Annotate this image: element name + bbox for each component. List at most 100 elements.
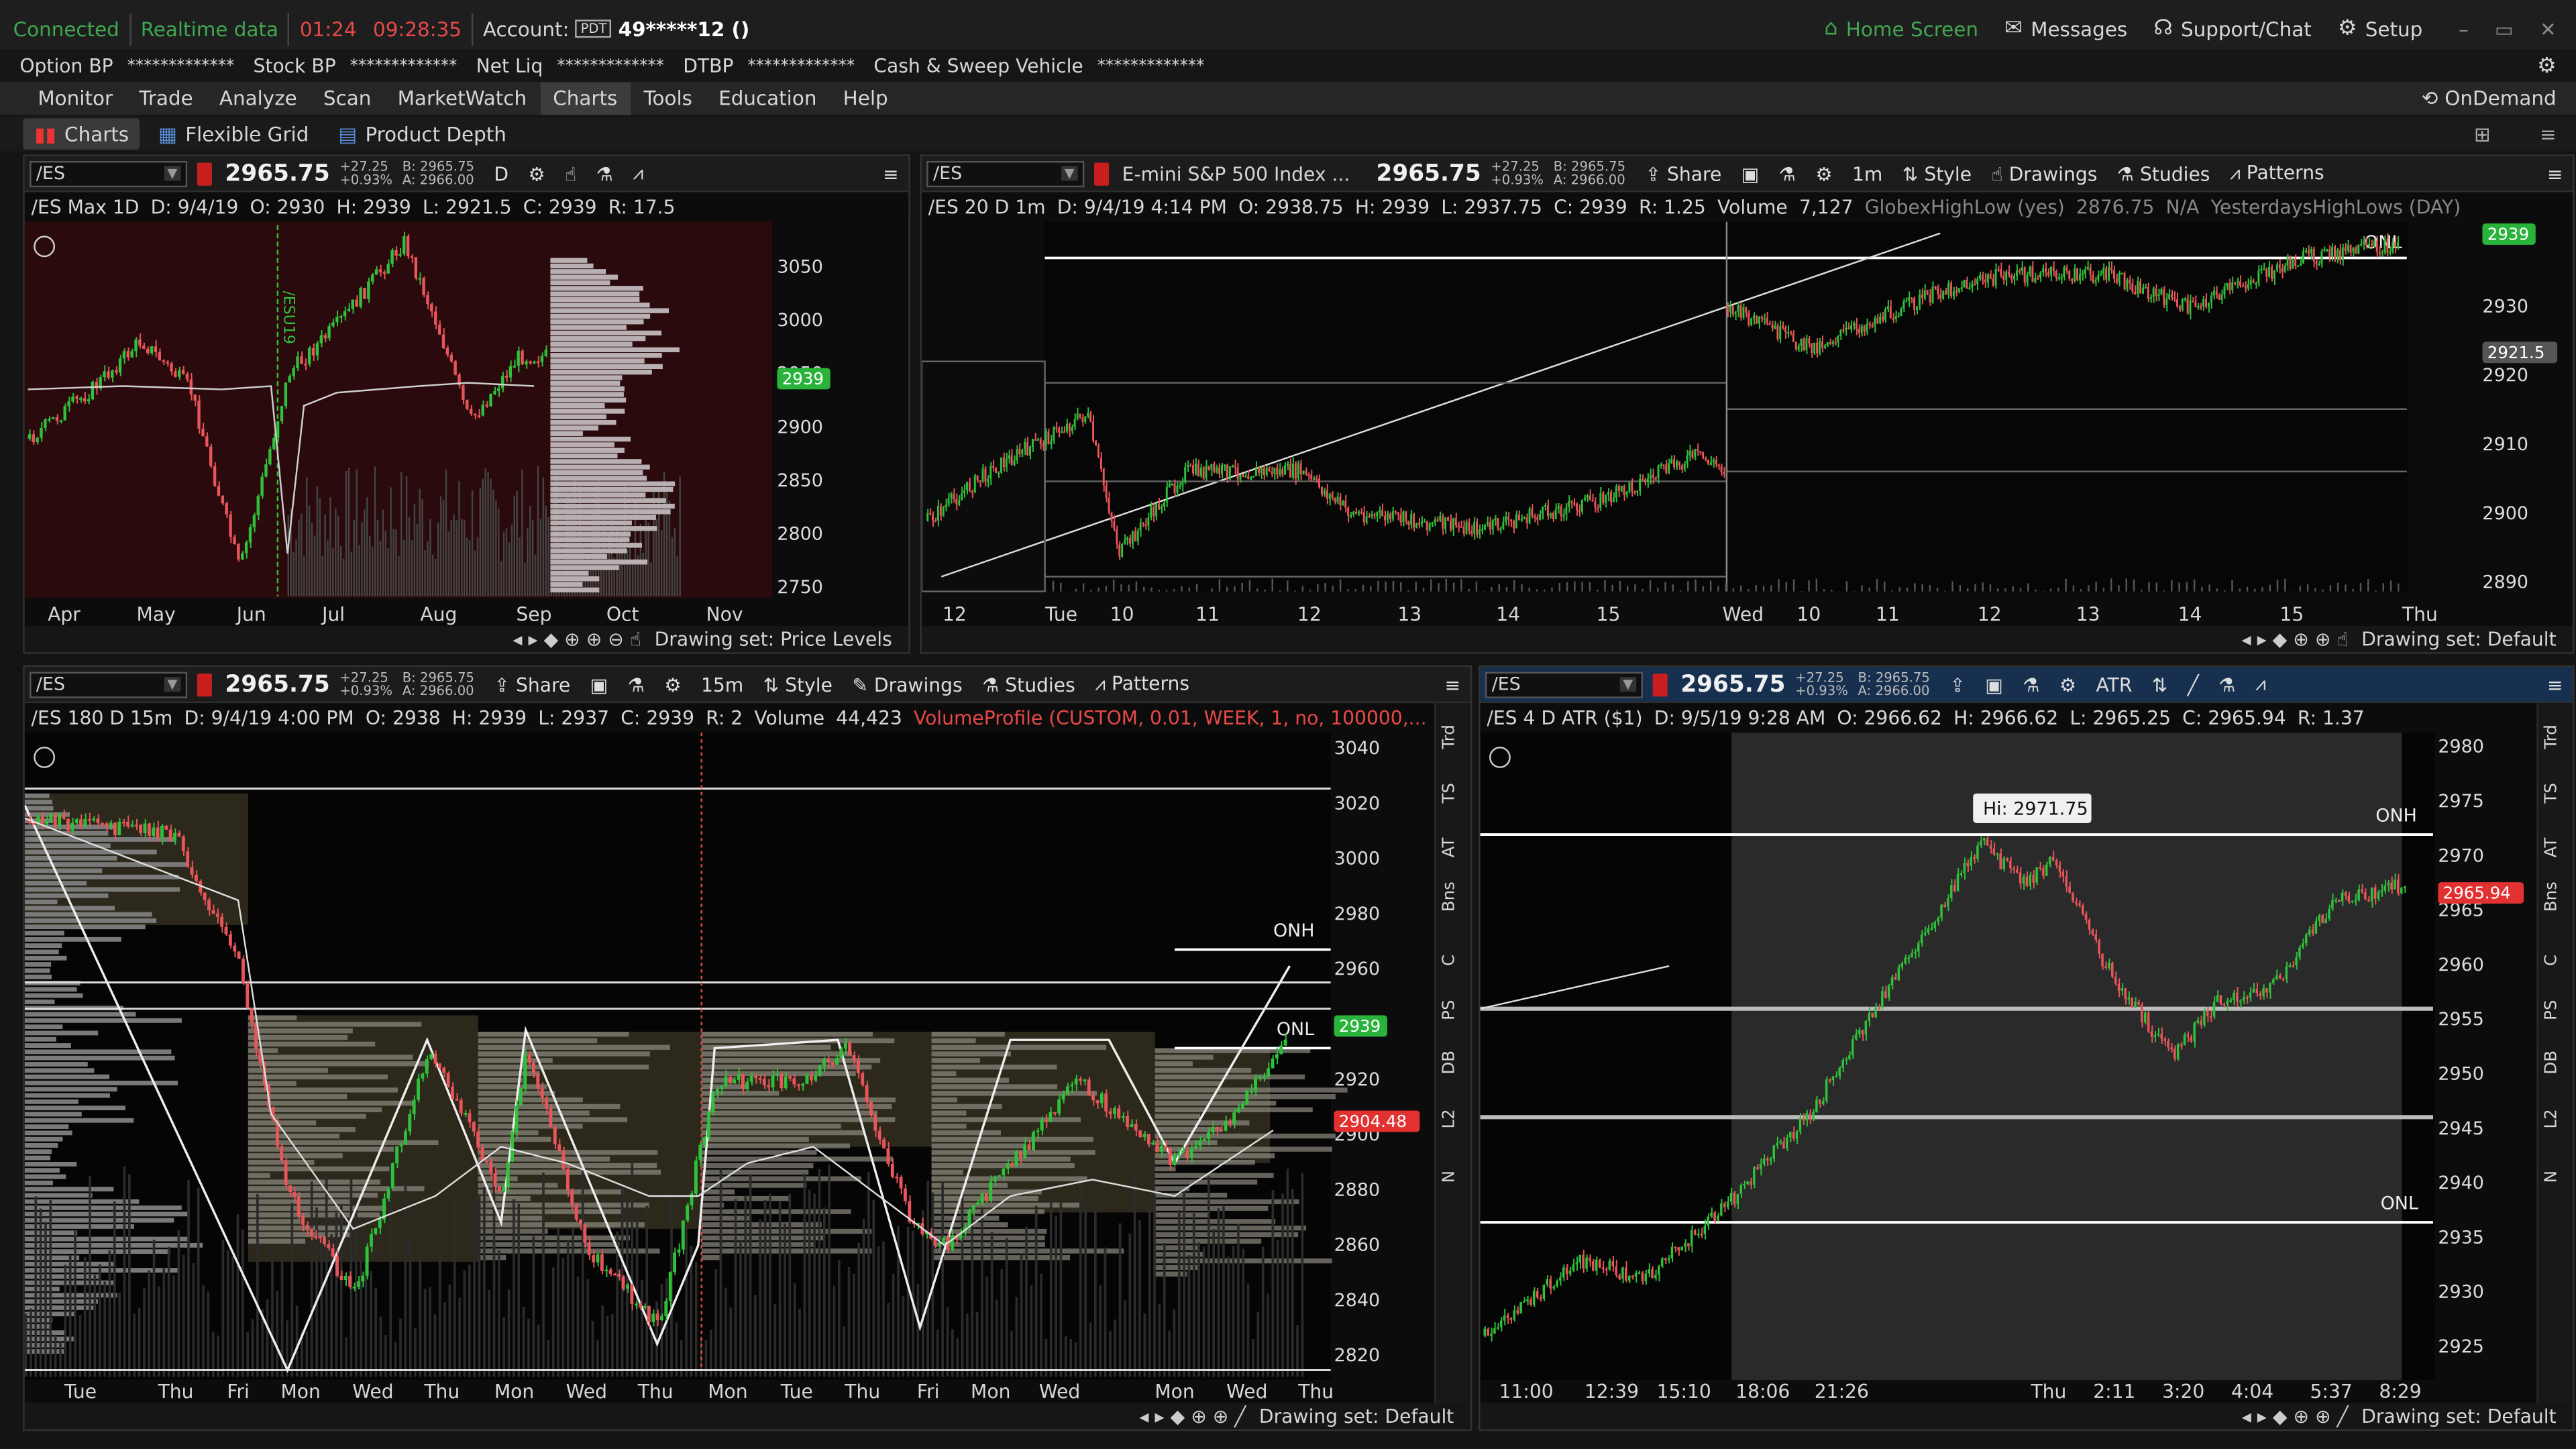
drawing-set[interactable]: Drawing set: Price Levels bbox=[655, 628, 892, 651]
snapshot-icon[interactable]: ▣ bbox=[590, 673, 608, 696]
aggregation-button[interactable]: 1m bbox=[1852, 162, 1882, 184]
price-chart[interactable]: ONHONL3040302030002980296029402920290028… bbox=[24, 703, 1438, 1381]
scroll-controls[interactable]: ◂ ▸ ◆ ⊕ ⊕ ╱ bbox=[1139, 1405, 1246, 1428]
share-button[interactable]: ⇪ Share bbox=[1645, 162, 1721, 184]
menu-lines-icon[interactable]: ≡ bbox=[2540, 122, 2557, 145]
side-tab-at[interactable]: AT bbox=[2543, 838, 2561, 858]
settings-icon[interactable]: ⚙ bbox=[1815, 162, 1832, 184]
scroll-controls[interactable]: ◂ ▸ ◆ ⊕ ⊕ ╱ bbox=[2242, 1405, 2349, 1428]
settings-gear-icon[interactable]: ⚙ bbox=[2537, 54, 2557, 78]
share-icon[interactable]: ⇪ bbox=[1949, 673, 1966, 696]
menu-help[interactable]: Help bbox=[830, 82, 901, 115]
side-tab-n[interactable]: N bbox=[1441, 1171, 1459, 1183]
side-tab-db[interactable]: DB bbox=[2543, 1051, 2561, 1075]
support-chat-button[interactable]: ☊ Support/Chat bbox=[2153, 16, 2311, 41]
link-color-icon[interactable] bbox=[197, 162, 212, 185]
side-tab-c[interactable]: C bbox=[1441, 955, 1459, 966]
snapshot-icon[interactable]: ▣ bbox=[1985, 673, 2003, 696]
side-tab-bns[interactable]: Bns bbox=[2543, 881, 2561, 912]
side-tab-ps[interactable]: PS bbox=[1441, 1000, 1459, 1020]
drawings-button[interactable]: ☝ Drawings bbox=[1991, 162, 2097, 184]
panel-menu-icon[interactable]: ≡ bbox=[2547, 162, 2563, 184]
side-tab-at[interactable]: AT bbox=[1441, 838, 1459, 858]
studies-flask-icon[interactable]: ⚗ bbox=[628, 673, 645, 696]
patterns-button[interactable]: ⩘ Patterns bbox=[1095, 672, 1189, 697]
symbol-selector[interactable]: /ES ▼ bbox=[1485, 671, 1643, 698]
menu-trade[interactable]: Trade bbox=[126, 82, 207, 115]
subtab-flexible-grid[interactable]: ▦ Flexible Grid bbox=[147, 118, 320, 150]
panel-menu-icon[interactable]: ≡ bbox=[883, 162, 899, 184]
price-chart[interactable]: ONHONLHi: 2971.7529802975297029652960295… bbox=[1480, 703, 2540, 1381]
symbol-selector[interactable]: /ES ▼ bbox=[30, 160, 188, 186]
side-tab-n[interactable]: N bbox=[2543, 1171, 2561, 1183]
subtab-charts[interactable]: ▮▮ Charts bbox=[23, 118, 141, 150]
style-button[interactable]: ⇅ Style bbox=[1902, 162, 1972, 184]
studies-flask-icon[interactable]: ⚗ bbox=[1779, 162, 1796, 184]
drawings-button[interactable]: ✎ Drawings bbox=[852, 673, 962, 696]
aggregation-button[interactable]: ATR bbox=[2096, 673, 2133, 696]
menu-monitor[interactable]: Monitor bbox=[25, 82, 126, 115]
ondemand-button[interactable]: ⟲ OnDemand bbox=[2422, 87, 2557, 110]
minimize-button[interactable]: – bbox=[2459, 17, 2469, 40]
snapshot-icon[interactable]: ▣ bbox=[1741, 162, 1760, 184]
patterns-icon[interactable]: ⩘ bbox=[2255, 672, 2266, 697]
panel-menu-icon[interactable]: ≡ bbox=[1445, 673, 1461, 696]
settings-icon[interactable]: ⚙ bbox=[664, 673, 681, 696]
flask-icon[interactable]: ⚗ bbox=[2218, 673, 2235, 696]
style-icon[interactable]: ⚙ bbox=[529, 162, 545, 184]
side-tab-trd[interactable]: Trd bbox=[1441, 724, 1459, 749]
maximize-button[interactable]: ▭ bbox=[2495, 17, 2514, 40]
home-screen-button[interactable]: ⌂ Home Screen bbox=[1824, 16, 1978, 41]
side-tab-c[interactable]: C bbox=[2543, 955, 2561, 966]
studies-button[interactable]: ⚗ Studies bbox=[982, 673, 1075, 696]
studies-icon[interactable]: ⚗ bbox=[596, 162, 613, 184]
studies-button[interactable]: ⚗ Studies bbox=[2117, 162, 2210, 184]
subtab-product-depth[interactable]: ▤ Product Depth bbox=[327, 118, 518, 150]
side-tab-trd[interactable]: Trd bbox=[2543, 724, 2561, 749]
menu-scan[interactable]: Scan bbox=[310, 82, 384, 115]
menu-marketwatch[interactable]: MarketWatch bbox=[384, 82, 540, 115]
account-selector[interactable]: 49*****12 () bbox=[619, 17, 750, 40]
drawing-set[interactable]: Drawing set: Default bbox=[2361, 628, 2556, 651]
layout-grid-icon[interactable]: ⊞ bbox=[2474, 122, 2491, 145]
patterns-button[interactable]: ⩘ Patterns bbox=[2230, 161, 2324, 186]
style-icon[interactable]: ⇅ bbox=[2152, 673, 2168, 696]
side-tab-l2[interactable]: L2 bbox=[1441, 1109, 1459, 1128]
style-button[interactable]: ⇅ Style bbox=[763, 673, 833, 696]
net-change: +27.25 +0.93% bbox=[1795, 669, 1848, 698]
pencil-icon[interactable]: ╱ bbox=[2188, 673, 2199, 696]
price-chart[interactable]: ONL2930292029102900289029392921.5 bbox=[921, 193, 2575, 603]
scroll-controls[interactable]: ◂ ▸ ◆ ⊕ ⊕ ⊖ ☝ bbox=[513, 628, 641, 651]
link-color-icon[interactable] bbox=[1094, 162, 1110, 185]
link-color-icon[interactable] bbox=[1652, 672, 1668, 696]
setup-button[interactable]: ⚙ Setup bbox=[2338, 16, 2422, 41]
close-button[interactable]: ✕ bbox=[2540, 17, 2557, 40]
menu-analyze[interactable]: Analyze bbox=[206, 82, 310, 115]
drawing-set[interactable]: Drawing set: Default bbox=[2361, 1405, 2556, 1428]
symbol-selector[interactable]: /ES ▼ bbox=[30, 671, 188, 698]
scroll-controls[interactable]: ◂ ▸ ◆ ⊕ ⊕ ☝ bbox=[2242, 628, 2349, 651]
side-tab-ts[interactable]: TS bbox=[1441, 783, 1459, 804]
settings-icon[interactable]: ⚙ bbox=[2059, 673, 2076, 696]
drawings-icon[interactable]: ☝ bbox=[565, 162, 576, 184]
messages-button[interactable]: ✉ Messages bbox=[2004, 16, 2127, 41]
side-tab-bns[interactable]: Bns bbox=[1441, 881, 1459, 912]
side-tab-ps[interactable]: PS bbox=[2543, 1000, 2561, 1020]
drawing-set[interactable]: Drawing set: Default bbox=[1259, 1405, 1454, 1428]
side-tab-l2[interactable]: L2 bbox=[2543, 1109, 2561, 1128]
aggregation-button[interactable]: 15m bbox=[701, 673, 743, 696]
aggregation-button[interactable]: D bbox=[494, 162, 508, 184]
side-tab-db[interactable]: DB bbox=[1441, 1051, 1459, 1075]
menu-charts[interactable]: Charts bbox=[539, 82, 631, 115]
symbol-selector[interactable]: /ES ▼ bbox=[926, 160, 1085, 186]
candle bbox=[1648, 1269, 1650, 1274]
studies-flask-icon[interactable]: ⚗ bbox=[2023, 673, 2039, 696]
patterns-icon[interactable]: ⩘ bbox=[633, 161, 643, 186]
price-chart[interactable]: /ESU1930503000295029002850280027502939 bbox=[24, 193, 910, 603]
panel-menu-icon[interactable]: ≡ bbox=[2547, 673, 2563, 696]
link-color-icon[interactable] bbox=[197, 672, 212, 696]
menu-tools[interactable]: Tools bbox=[631, 82, 706, 115]
share-button[interactable]: ⇪ Share bbox=[494, 673, 570, 696]
side-tab-ts[interactable]: TS bbox=[2543, 783, 2561, 804]
menu-education[interactable]: Education bbox=[706, 82, 830, 115]
